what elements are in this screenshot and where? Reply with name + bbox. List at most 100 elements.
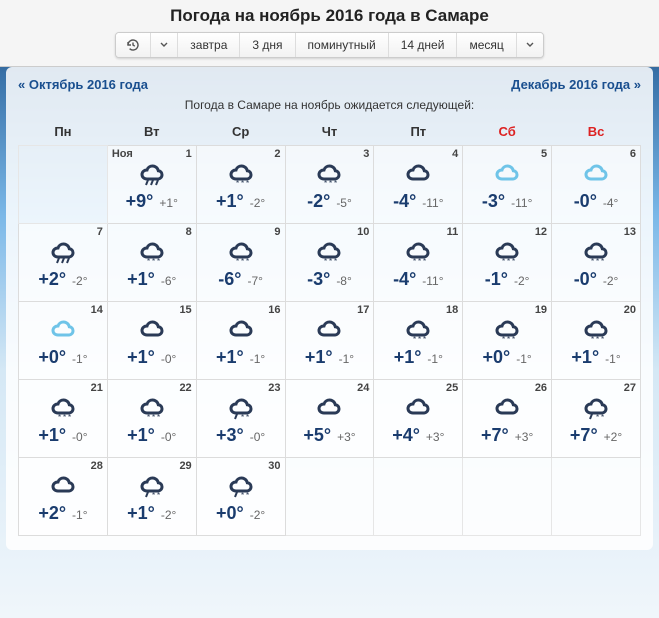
weather-icon [463,395,551,423]
weather-icon: *** [197,239,285,267]
weather-icon [374,161,462,189]
nav-3days[interactable]: 3 дня [240,33,295,57]
weather-icon: ** [108,473,196,501]
nav-month[interactable]: месяц [457,33,516,57]
day-cell[interactable]: 3 *** -2° -5° [285,146,374,224]
day-cell[interactable]: 15 +1° -0° [107,302,196,380]
weekday-header: Вт [107,120,196,146]
weather-icon: ** [197,473,285,501]
day-cell[interactable]: 5 -3° -11° [463,146,552,224]
day-cell[interactable]: 11 *** -4° -11° [374,224,463,302]
temp-low: -0° [161,430,176,444]
day-cell[interactable]: 12 *** -1° -2° [463,224,552,302]
month-dropdown-icon[interactable] [517,33,543,57]
svg-text:*: * [152,491,155,499]
day-cell[interactable]: 10 *** -3° -8° [285,224,374,302]
temp-high: +0° [483,347,511,368]
svg-text:*: * [58,413,61,421]
temp-low: -11° [422,274,443,288]
temp-high: +1° [305,347,333,368]
nav-14days[interactable]: 14 дней [389,33,458,57]
temp-high: +1° [394,347,422,368]
day-number: 29 [179,460,191,472]
day-cell[interactable]: 18 *** +1° -1° [374,302,463,380]
temp-high: +7° [481,425,509,446]
day-number: 4 [452,148,458,160]
weather-icon [286,317,374,345]
nav-minute[interactable]: поминутный [296,33,389,57]
day-cell[interactable]: 8 *** +1° -6° [107,224,196,302]
day-number: 24 [357,382,369,394]
temp-high: -0° [574,191,597,212]
weather-icon: *** [108,395,196,423]
day-number: 22 [179,382,191,394]
weather-icon [19,317,107,345]
day-cell[interactable]: 26 +7° +3° [463,380,552,458]
svg-text:*: * [334,179,337,187]
day-number: 20 [624,304,636,316]
weather-icon: *** [19,395,107,423]
content-panel: « Октябрь 2016 года Декабрь 2016 года » … [6,67,653,550]
temp-high: +1° [127,347,155,368]
temp-high: +1° [216,347,244,368]
svg-text:*: * [502,257,505,265]
temp-low: -1° [516,352,531,366]
svg-text:*: * [591,257,594,265]
day-cell[interactable]: 23 ** +3° -0° [196,380,285,458]
svg-text:*: * [596,413,599,421]
day-cell[interactable]: 6 -0° -4° [552,146,641,224]
day-cell[interactable]: 14 +0° -1° [19,302,108,380]
svg-text:*: * [236,179,239,187]
day-cell[interactable]: 13 *** -0° -2° [552,224,641,302]
day-cell[interactable]: 24 +5° +3° [285,380,374,458]
prev-month-link[interactable]: « Октябрь 2016 года [18,77,148,92]
svg-text:*: * [246,491,249,499]
day-cell[interactable]: 22 *** +1° -0° [107,380,196,458]
day-number: 11 [447,226,459,238]
empty-cell [285,458,374,536]
svg-text:*: * [601,413,604,421]
temp-high: +1° [38,425,66,446]
temp-high: +2° [38,503,66,524]
svg-text:*: * [413,335,416,343]
svg-text:*: * [601,257,604,265]
svg-text:*: * [241,413,244,421]
svg-text:*: * [601,335,604,343]
svg-text:*: * [329,179,332,187]
day-cell[interactable]: 17 +1° -1° [285,302,374,380]
day-cell[interactable]: 27 ** +7° +2° [552,380,641,458]
day-number: 12 [535,226,547,238]
day-number: 15 [179,304,191,316]
day-cell[interactable]: 28 +2° -1° [19,458,108,536]
history-icon[interactable] [116,33,151,57]
day-cell[interactable]: 4 -4° -11° [374,146,463,224]
temp-high: -1° [485,269,508,290]
svg-text:*: * [152,257,155,265]
day-cell[interactable]: 2 *** +1° -2° [196,146,285,224]
day-cell[interactable]: 30 ** +0° -2° [196,458,285,536]
next-month-link[interactable]: Декабрь 2016 года » [511,77,641,92]
temp-low: -2° [250,508,265,522]
day-cell[interactable]: 19 *** +0° -1° [463,302,552,380]
temp-high: +3° [216,425,244,446]
svg-text:*: * [329,257,332,265]
nav-tomorrow[interactable]: завтра [178,33,240,57]
day-cell[interactable]: Ноя 1 +9° +1° [107,146,196,224]
day-cell[interactable]: 7 +2° -2° [19,224,108,302]
temp-low: +2° [604,430,622,444]
day-cell[interactable]: 29 ** +1° -2° [107,458,196,536]
day-number: 30 [268,460,280,472]
day-cell[interactable]: 25 +4° +3° [374,380,463,458]
day-cell[interactable]: 16 +1° -1° [196,302,285,380]
day-cell[interactable]: 9 *** -6° -7° [196,224,285,302]
day-cell[interactable]: 21 *** +1° -0° [19,380,108,458]
history-dropdown-icon[interactable] [151,33,178,57]
temp-low: -1° [72,352,87,366]
day-number: 8 [186,226,192,238]
weather-icon: *** [374,239,462,267]
weather-icon: *** [286,161,374,189]
day-cell[interactable]: 20 *** +1° -1° [552,302,641,380]
temp-low: -0° [161,352,176,366]
temp-high: +1° [127,503,155,524]
day-number: 10 [357,226,369,238]
